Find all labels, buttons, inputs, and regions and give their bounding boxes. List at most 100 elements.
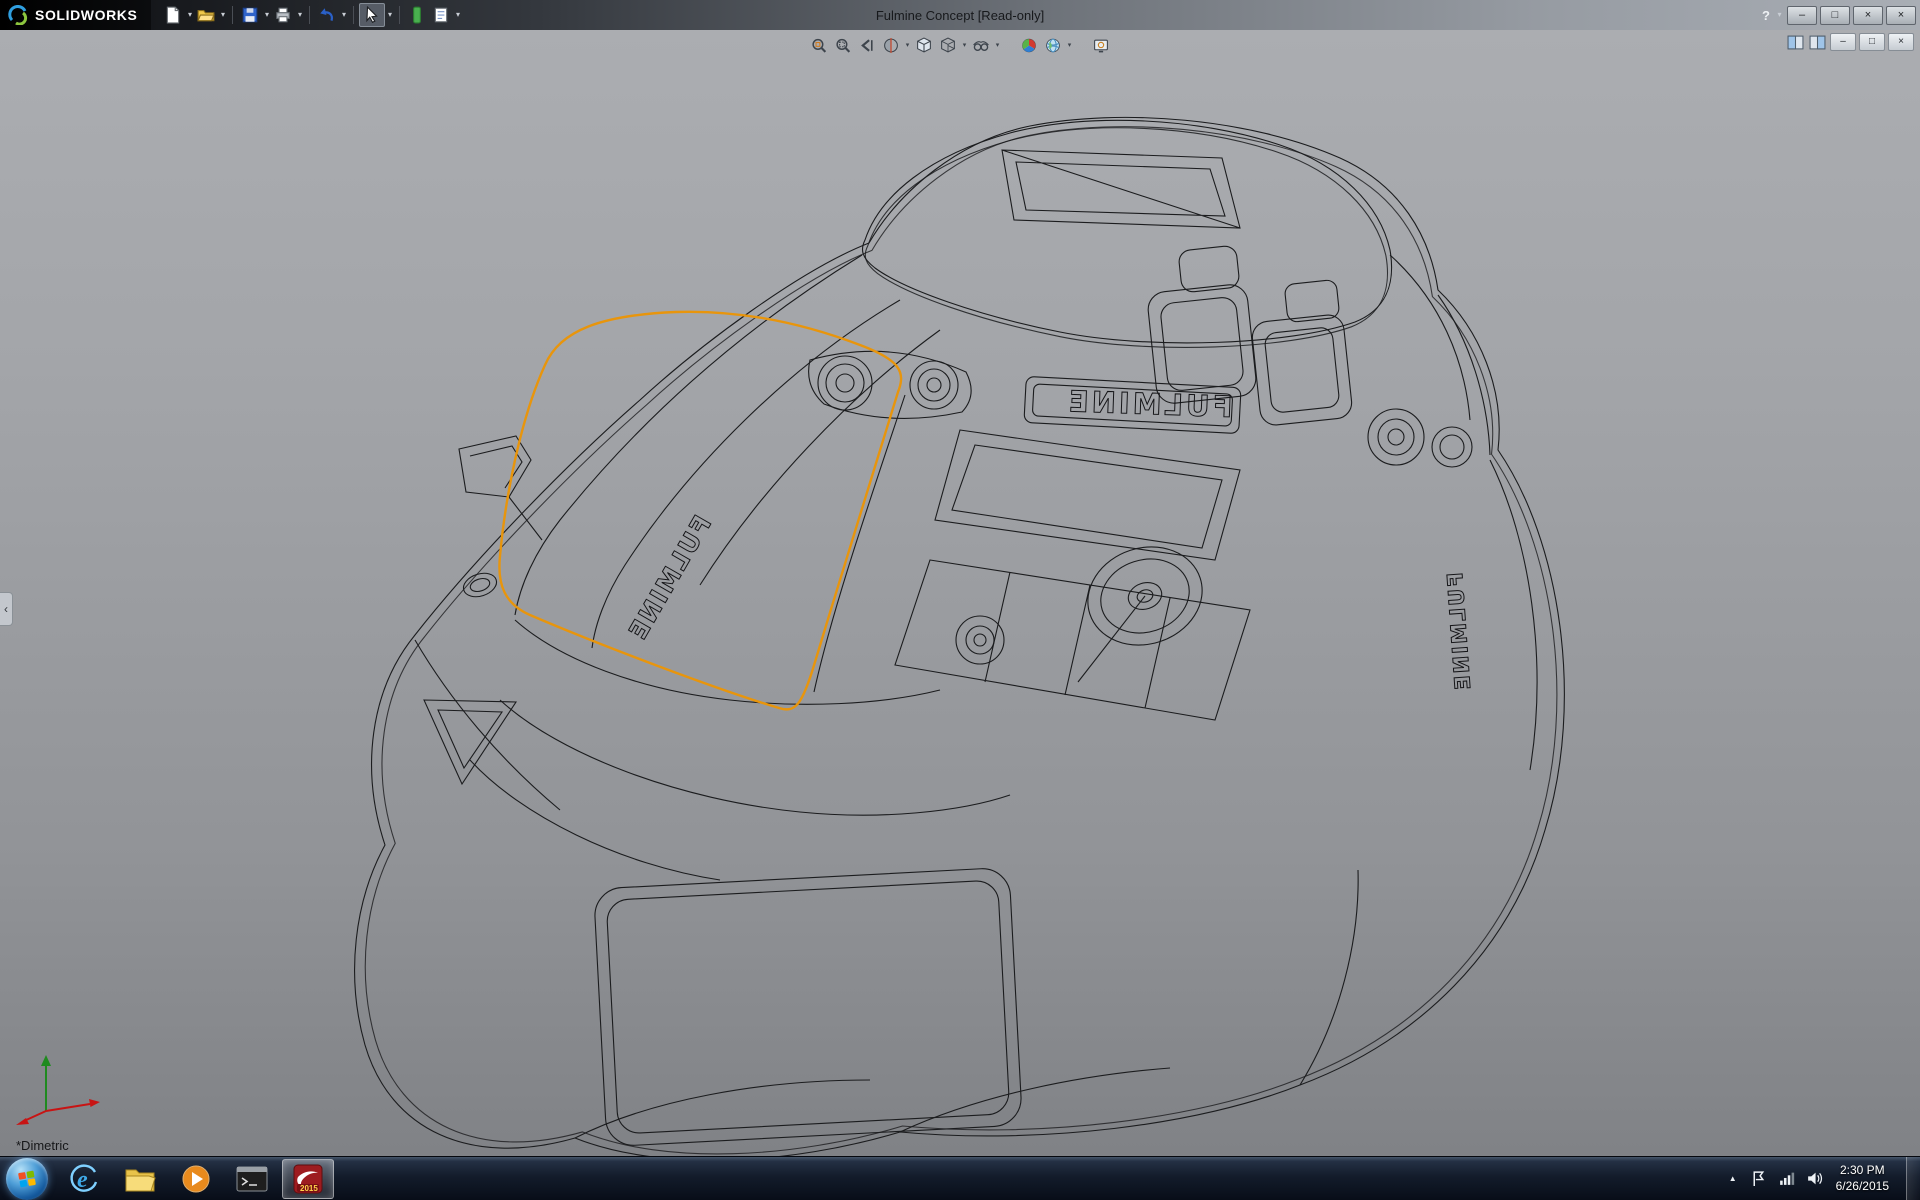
edit-appearance-icon	[1021, 37, 1038, 54]
model-viewport-canvas[interactable]: FULMINE FULMINE FULMINE	[0, 30, 1920, 1156]
close-button[interactable]: ×	[1853, 6, 1883, 25]
document-window-controls: – □ ×	[1786, 33, 1914, 51]
svg-text:e: e	[77, 1167, 88, 1193]
previous-view-button[interactable]	[856, 33, 879, 57]
select-button[interactable]	[359, 3, 385, 27]
options-sheet-icon	[432, 6, 450, 24]
pane-left-icon	[1787, 35, 1804, 50]
dropdown-caret-icon[interactable]: ▾	[218, 11, 227, 19]
pane-right-button[interactable]	[1808, 34, 1827, 51]
toolbar-separator	[232, 6, 233, 24]
view-orientation-label: *Dimetric	[16, 1138, 69, 1153]
svg-text:2015: 2015	[300, 1184, 318, 1193]
dropdown-caret-icon[interactable]: ▾	[339, 11, 348, 19]
print-icon	[274, 6, 292, 24]
close-window-button[interactable]: ×	[1886, 6, 1916, 25]
triad-axes-icon	[14, 1047, 106, 1127]
taskbar-solidworks[interactable]: 2015	[282, 1159, 334, 1199]
solidworks-app-icon: 2015	[292, 1163, 324, 1195]
minimize-button[interactable]: –	[1787, 6, 1817, 25]
volume-icon[interactable]	[1806, 1170, 1823, 1187]
apply-scene-icon	[1045, 37, 1062, 54]
app-logo: SOLIDWORKS	[0, 0, 151, 30]
dropdown-caret-icon[interactable]: ▾	[295, 11, 304, 19]
display-style-icon	[940, 37, 957, 54]
help-caret-icon[interactable]: ▾	[1775, 11, 1784, 19]
taskbar-media-player[interactable]	[170, 1159, 222, 1199]
toolbar-separator	[399, 6, 400, 24]
color-swatch-button[interactable]	[405, 3, 429, 27]
document-close-button[interactable]: ×	[1888, 33, 1914, 51]
window-title: Fulmine Concept [Read-only]	[876, 8, 1044, 23]
view-settings-icon	[1093, 37, 1110, 54]
dropdown-caret-icon[interactable]: ▾	[453, 11, 462, 19]
open-button[interactable]	[194, 3, 218, 27]
model-text-rear: FULMINE	[1065, 384, 1233, 424]
windows-flag-icon	[17, 1169, 37, 1189]
app-name-label: SOLIDWORKS	[35, 7, 137, 23]
taskbar-windows-explorer[interactable]	[114, 1159, 166, 1199]
undo-icon	[318, 6, 336, 24]
dropdown-caret-icon[interactable]: ▾	[385, 11, 394, 19]
maximize-button[interactable]: □	[1820, 6, 1850, 25]
save-button[interactable]	[238, 3, 262, 27]
reference-triad	[14, 1047, 106, 1132]
selected-edge-highlight[interactable]	[499, 312, 901, 710]
hud-caret-icon[interactable]: ▾	[994, 41, 1002, 49]
media-player-icon	[180, 1163, 212, 1195]
apply-scene-button[interactable]	[1042, 33, 1065, 57]
tray-clock[interactable]: 2:30 PM 6/26/2015	[1836, 1163, 1889, 1194]
network-icon[interactable]	[1778, 1170, 1795, 1187]
internet-explorer-icon: e	[68, 1163, 100, 1195]
taskbar-command-prompt[interactable]	[226, 1159, 278, 1199]
print-button[interactable]	[271, 3, 295, 27]
view-orientation-button[interactable]	[913, 33, 936, 57]
zoom-to-area-icon	[835, 37, 852, 54]
hud-caret-icon[interactable]: ▾	[1066, 41, 1074, 49]
color-swatch-icon	[408, 6, 426, 24]
hide-show-items-button[interactable]	[970, 33, 993, 57]
feature-manager-expand-tab[interactable]: ‹	[0, 592, 13, 626]
view-settings-button[interactable]	[1090, 33, 1113, 57]
show-desktop-button[interactable]	[1906, 1157, 1920, 1200]
help-button[interactable]: ?	[1760, 8, 1772, 23]
undo-button[interactable]	[315, 3, 339, 27]
graphics-area: FULMINE FULMINE FULMINE	[0, 30, 1920, 1156]
pane-left-button[interactable]	[1786, 34, 1805, 51]
hud-caret-icon[interactable]: ▾	[904, 41, 912, 49]
options-button[interactable]	[429, 3, 453, 27]
clock-date: 6/26/2015	[1836, 1179, 1889, 1195]
document-minimize-button[interactable]: –	[1830, 33, 1856, 51]
document-restore-button[interactable]: □	[1859, 33, 1885, 51]
select-cursor-icon	[363, 6, 381, 24]
wireframe-car-model	[355, 117, 1565, 1156]
open-folder-icon	[197, 6, 215, 24]
3ds-logo-icon	[8, 5, 28, 25]
hud-caret-icon[interactable]: ▾	[961, 41, 969, 49]
display-style-button[interactable]	[937, 33, 960, 57]
previous-view-icon	[859, 37, 876, 54]
zoom-to-fit-button[interactable]	[808, 33, 831, 57]
tray-expand-icon[interactable]: ▲	[1727, 1174, 1739, 1183]
action-center-icon[interactable]	[1750, 1170, 1767, 1187]
start-button[interactable]	[6, 1158, 48, 1200]
section-view-button[interactable]	[880, 33, 903, 57]
folder-icon	[124, 1164, 156, 1194]
dropdown-caret-icon[interactable]: ▾	[262, 11, 271, 19]
dropdown-caret-icon[interactable]: ▾	[185, 11, 194, 19]
model-text-right: FULMINE	[1443, 572, 1475, 693]
titlebar: SOLIDWORKS ▾ ▾	[0, 0, 1920, 30]
edit-appearance-button[interactable]	[1018, 33, 1041, 57]
taskbar-internet-explorer[interactable]: e	[58, 1159, 110, 1199]
toolbar-separator	[309, 6, 310, 24]
hide-show-items-icon	[973, 37, 990, 54]
heads-up-view-toolbar: ▾ ▾ ▾	[808, 33, 1113, 57]
save-icon	[241, 6, 259, 24]
zoom-to-area-button[interactable]	[832, 33, 855, 57]
solidworks-window: SOLIDWORKS ▾ ▾	[0, 0, 1920, 1200]
new-document-button[interactable]	[161, 3, 185, 27]
command-prompt-icon	[235, 1164, 269, 1194]
standard-toolbar: ▾ ▾ ▾	[161, 3, 462, 27]
model-text-side: FULMINE	[622, 511, 717, 646]
section-view-icon	[883, 37, 900, 54]
